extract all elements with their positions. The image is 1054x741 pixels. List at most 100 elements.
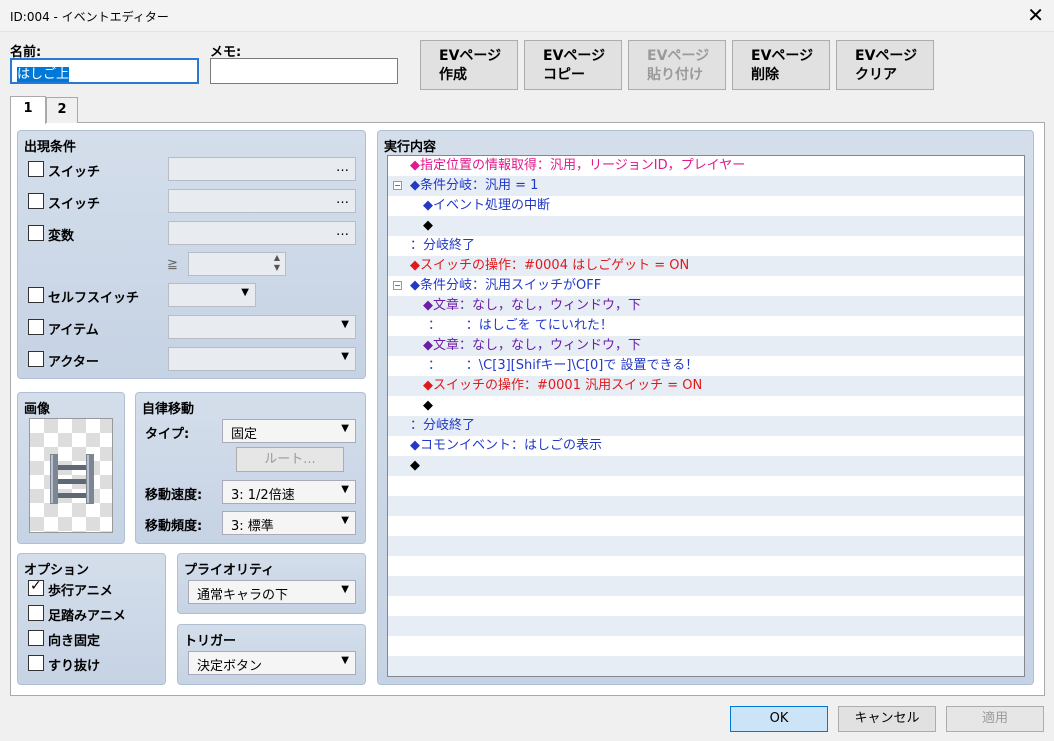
command-row[interactable]: ◆文章：なし，なし，ウィンドウ，下 — [388, 336, 1024, 356]
command-row[interactable]: − ◆条件分岐：汎用スイッチがOFF — [388, 276, 1024, 296]
command-row[interactable]: ：分岐終了 — [388, 416, 1024, 436]
collapse-icon[interactable]: − — [393, 181, 402, 190]
ladder-icon — [50, 454, 94, 504]
actor-checkbox[interactable] — [28, 351, 44, 367]
contents-title: 実行内容 — [384, 140, 437, 155]
self-switch-select[interactable]: ▼ — [168, 283, 256, 307]
walking-anim-label: 歩行アニメ — [48, 584, 113, 599]
tab-page-1[interactable]: 1 — [10, 96, 46, 124]
name-value: はしご上 — [17, 67, 70, 82]
command-row[interactable]: ◆指定位置の情報取得：汎用，リージョンID，プレイヤー — [388, 156, 1024, 176]
frequency-value: 3: 標準 — [231, 519, 274, 534]
item-select[interactable]: ▼ — [168, 315, 356, 339]
cancel-button[interactable]: キャンセル — [838, 706, 936, 732]
self-switch-label: セルフスイッチ — [48, 291, 140, 306]
switch2-select[interactable]: … — [168, 189, 356, 213]
ev-page-copy-line1: EVページ — [543, 48, 606, 64]
autonomous-title: 自律移動 — [142, 402, 195, 417]
empty-row[interactable] — [388, 496, 1024, 516]
command-row[interactable]: ◆スイッチの操作：#0004 はしごゲット = ON — [388, 256, 1024, 276]
direction-fix-label: 向き固定 — [48, 634, 101, 649]
empty-row[interactable] — [388, 556, 1024, 576]
command-row[interactable]: ◆ — [388, 216, 1024, 236]
speed-value: 3: 1/2倍速 — [231, 488, 295, 503]
command-row[interactable]: ：分岐終了 — [388, 236, 1024, 256]
empty-row[interactable] — [388, 476, 1024, 496]
command-row[interactable]: ◆スイッチの操作：#0001 汎用スイッチ = ON — [388, 376, 1024, 396]
empty-row[interactable] — [388, 656, 1024, 676]
command-row[interactable]: − ◆条件分岐：汎用 = 1 — [388, 176, 1024, 196]
command-row[interactable]: ◆ — [388, 456, 1024, 476]
memo-input[interactable] — [210, 58, 398, 84]
ev-page-new-button[interactable]: EVページ 作成 — [420, 40, 518, 90]
route-button[interactable]: ルート... — [236, 447, 344, 472]
spinner-arrows-icon[interactable]: ▲ ▼ — [274, 253, 280, 273]
command-row[interactable]: ◆コモンイベント：はしごの表示 — [388, 436, 1024, 456]
ev-page-paste-line1: EVページ — [647, 48, 710, 64]
name-input[interactable]: はしご上 — [10, 58, 199, 84]
variable-dots: … — [336, 224, 349, 239]
switch1-checkbox[interactable] — [28, 161, 44, 177]
empty-row[interactable] — [388, 536, 1024, 556]
ev-page-copy-button[interactable]: EVページ コピー — [524, 40, 622, 90]
variable-checkbox[interactable] — [28, 225, 44, 241]
speed-select[interactable]: 3: 1/2倍速 ▼ — [222, 480, 356, 504]
type-label: タイプ: — [145, 427, 190, 442]
ev-page-new-line2: 作成 — [439, 67, 467, 83]
frequency-label: 移動頻度: — [145, 519, 203, 534]
item-label: アイテム — [48, 323, 99, 338]
type-select[interactable]: 固定 ▼ — [222, 419, 356, 443]
ev-page-clear-line2: クリア — [855, 67, 897, 83]
switch1-select[interactable]: … — [168, 157, 356, 181]
ge-symbol: ≧ — [167, 257, 178, 272]
tab-page-2[interactable]: 2 — [46, 97, 78, 123]
collapse-icon[interactable]: − — [393, 281, 402, 290]
direction-fix-checkbox[interactable] — [28, 630, 44, 646]
walking-anim-checkbox[interactable] — [28, 578, 44, 596]
priority-select[interactable]: 通常キャラの下 ▼ — [188, 580, 356, 604]
empty-row[interactable] — [388, 576, 1024, 596]
close-icon[interactable]: ✕ — [1027, 4, 1044, 26]
empty-row[interactable] — [388, 636, 1024, 656]
apply-button[interactable]: 適用 — [946, 706, 1044, 732]
chevron-down-icon: ▼ — [341, 423, 349, 434]
command-row[interactable]: ◆イベント処理の中断 — [388, 196, 1024, 216]
switch1-dots: … — [336, 160, 349, 175]
through-label: すり抜け — [48, 659, 101, 674]
command-row[interactable]: ： ：\C[3][Shifキー]\C[0]で 設置できる！ — [388, 356, 1024, 376]
variable-select[interactable]: … — [168, 221, 356, 245]
title-bar: ID:004 - イベントエディター ✕ — [0, 0, 1054, 32]
ev-page-copy-line2: コピー — [543, 67, 585, 83]
ok-button[interactable]: OK — [730, 706, 828, 732]
switch2-checkbox[interactable] — [28, 193, 44, 209]
item-checkbox[interactable] — [28, 319, 44, 335]
variable-label: 変数 — [48, 229, 75, 244]
empty-row[interactable] — [388, 596, 1024, 616]
window-title: ID:004 - イベントエディター — [10, 10, 169, 24]
command-row[interactable]: ： ：はしごを てにいれた！ — [388, 316, 1024, 336]
command-row[interactable]: ◆ — [388, 396, 1024, 416]
speed-label: 移動速度: — [145, 488, 203, 503]
through-checkbox[interactable] — [28, 655, 44, 671]
variable-value-spinner[interactable]: ▲ ▼ — [188, 252, 286, 276]
ev-page-clear-line1: EVページ — [855, 48, 918, 64]
command-list[interactable]: ◆指定位置の情報取得：汎用，リージョンID，プレイヤー − ◆条件分岐：汎用 = … — [387, 155, 1025, 677]
chevron-down-icon: ▼ — [341, 655, 349, 666]
switch1-label: スイッチ — [48, 165, 101, 180]
empty-row[interactable] — [388, 616, 1024, 636]
actor-select[interactable]: ▼ — [168, 347, 356, 371]
ev-page-delete-button[interactable]: EVページ 削除 — [732, 40, 830, 90]
ev-page-paste-button[interactable]: EVページ 貼り付け — [628, 40, 726, 90]
empty-row[interactable] — [388, 516, 1024, 536]
self-switch-checkbox[interactable] — [28, 287, 44, 303]
frequency-select[interactable]: 3: 標準 ▼ — [222, 511, 356, 535]
stepping-anim-checkbox[interactable] — [28, 605, 44, 621]
event-image[interactable] — [29, 418, 113, 533]
chevron-down-icon: ▼ — [341, 515, 349, 526]
conditions-title: 出現条件 — [24, 140, 77, 155]
switch2-dots: … — [336, 192, 349, 207]
actor-label: アクター — [48, 355, 99, 370]
command-row[interactable]: ◆文章：なし，なし，ウィンドウ，下 — [388, 296, 1024, 316]
trigger-select[interactable]: 決定ボタン ▼ — [188, 651, 356, 675]
ev-page-clear-button[interactable]: EVページ クリア — [836, 40, 934, 90]
